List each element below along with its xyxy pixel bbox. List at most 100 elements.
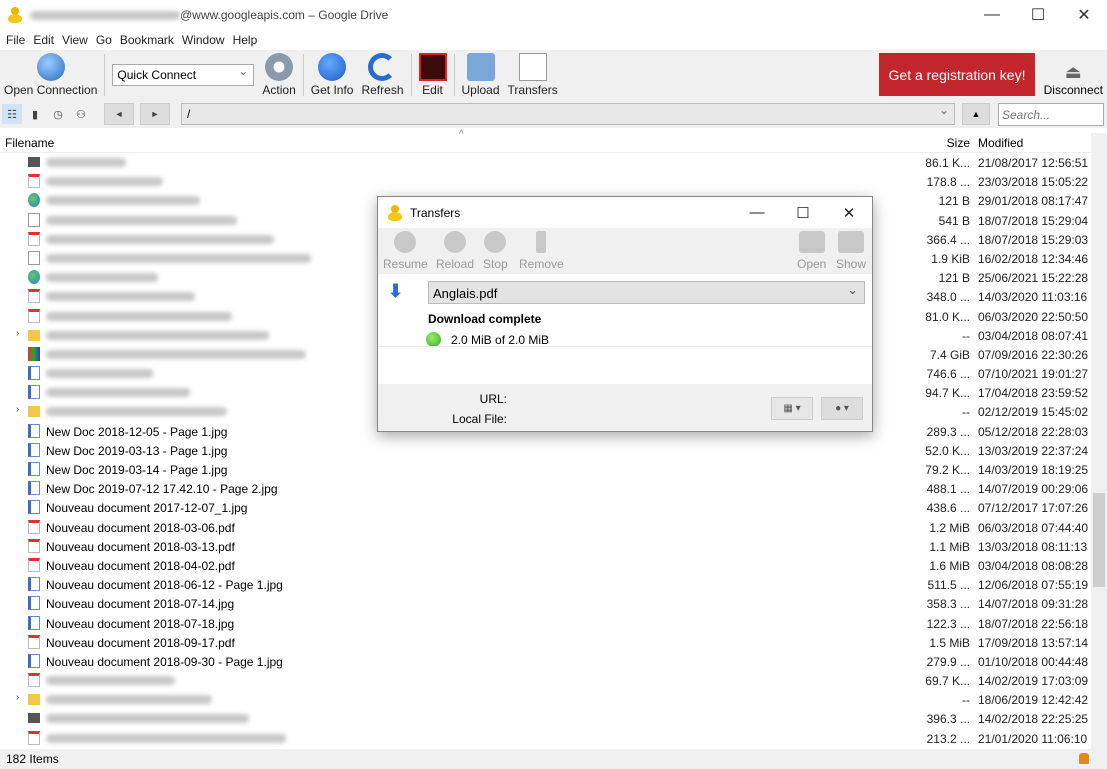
file-size: 86.1 K... [925,156,970,170]
file-size: 541 B [938,213,970,228]
file-row[interactable]: › -- 18/06/2019 12:42:42 [0,690,1091,709]
transfers-button[interactable]: Transfers [504,53,562,100]
open-button[interactable]: Open [797,231,826,271]
edit-button[interactable]: Edit [415,53,451,100]
menu-help[interactable]: Help [233,33,258,47]
maximize-button[interactable]: ☐ [780,197,826,228]
file-row[interactable]: Nouveau document 2017-12-07_1.jpg 438.6 .… [0,498,1091,517]
close-button[interactable]: ✕ [826,197,872,228]
menu-go[interactable]: Go [96,33,112,47]
browser-view-icon[interactable]: ☷ [2,104,22,124]
minimize-button[interactable]: — [734,197,780,228]
redacted-file-name [46,196,200,206]
parent-directory-button[interactable]: ▲ [962,103,990,125]
file-type-icon [28,673,40,688]
file-size: 488.1 ... [926,482,970,497]
menu-file[interactable]: File [6,33,25,47]
file-type-icon [28,406,40,418]
forward-button[interactable]: ► [140,103,170,125]
remove-button[interactable]: Remove [519,231,564,271]
file-modified: 06/03/2020 22:50:50 [978,309,1089,324]
file-row[interactable]: Nouveau document 2018-07-14.jpg 358.3 ...… [0,594,1091,613]
file-row[interactable]: Nouveau document 2018-03-13.pdf 1.1 MiB 13… [0,537,1091,556]
back-button[interactable]: ◄ [104,103,134,125]
resume-button[interactable]: Resume [383,231,428,271]
file-type-icon [28,289,40,304]
menu-view[interactable]: View [62,33,88,47]
navigation-bar: ☷ ▮ ◷ ⚇ ◄ ► / ▲ [0,100,1107,128]
scrollbar-thumb[interactable] [1093,493,1105,587]
bandwidth-dropdown[interactable]: ● ▾ [821,397,863,420]
filename-column[interactable]: Filename [5,136,54,150]
file-row[interactable]: 396.3 ... 14/02/2018 22:25:25 [0,709,1091,728]
maximize-button[interactable]: ☐ [1015,0,1061,30]
file-row[interactable]: 86.1 K... 21/08/2017 12:56:51 [0,153,1091,172]
menu-edit[interactable]: Edit [33,33,54,47]
item-count: 182 Items [6,752,59,766]
file-type-icon [28,423,40,438]
file-type-icon [28,193,40,208]
history-icon[interactable]: ◷ [48,104,68,124]
show-button[interactable]: Show [836,231,866,271]
file-row[interactable]: Nouveau document 2018-09-30 - Page 1.jpg… [0,652,1091,671]
menu-bookmark[interactable]: Bookmark [120,33,174,47]
bonjour-icon[interactable]: ⚇ [71,104,91,124]
path-select[interactable]: / [181,103,955,125]
file-row[interactable]: Nouveau document 2018-03-06.pdf 1.2 MiB 06… [0,518,1091,537]
action-button[interactable]: Action [258,53,299,100]
expand-chevron-icon[interactable]: › [16,692,19,703]
redacted-account [30,10,180,20]
app-duck-icon [388,204,402,221]
file-row[interactable]: 213.2 ... 21/01/2020 11:06:10 [0,729,1091,748]
file-row[interactable]: Nouveau document 2018-09-17.pdf 1.5 MiB 17… [0,633,1091,652]
upload-button[interactable]: Upload [458,53,504,100]
file-row[interactable]: Nouveau document 2018-07-18.jpg 122.3 ...… [0,614,1091,633]
file-type-icon [28,462,40,476]
file-modified: 14/07/2019 00:29:06 [978,482,1089,497]
file-row[interactable]: 178.8 ... 23/03/2018 15:05:22 [0,172,1091,191]
bookmarks-icon[interactable]: ▮ [25,104,45,124]
file-row[interactable]: New Doc 2019-07-12 17.42.10 - Page 2.jpg… [0,479,1091,498]
size-column[interactable]: Size [947,136,970,150]
file-size: 1.6 MiB [929,558,970,573]
upload-folder-icon [466,53,495,81]
connections-dropdown[interactable]: ▦ ▾ [771,397,813,420]
file-modified: 18/07/2018 22:56:18 [978,616,1089,631]
registration-key-button[interactable]: Get a registration key! [879,53,1035,96]
transfer-status: Download complete [428,312,542,326]
disconnect-button[interactable]: ⏏ Disconnect [1044,62,1103,97]
modified-column[interactable]: Modified [978,136,1023,150]
file-type-icon [28,385,40,400]
redacted-file-name [46,158,126,167]
menu-window[interactable]: Window [182,33,225,47]
resume-icon [394,231,417,253]
refresh-button[interactable]: Refresh [357,53,407,100]
minimize-button[interactable]: — [969,0,1015,30]
close-button[interactable]: ✕ [1061,0,1107,30]
quick-connect-select[interactable]: Quick Connect [112,64,255,86]
file-row[interactable]: Nouveau document 2018-04-02.pdf 1.6 MiB 03… [0,556,1091,575]
stop-button[interactable]: Stop [483,231,508,271]
search-input[interactable] [998,103,1104,126]
file-type-icon [28,329,40,341]
transfer-details: URL: Local File: ▦ ▾ ● ▾ [378,384,872,431]
open-connection-button[interactable]: Open Connection [0,53,101,100]
file-name: Nouveau document 2018-04-02.pdf [46,558,235,573]
get-info-button[interactable]: Get Info [307,53,358,100]
expand-chevron-icon[interactable]: › [16,328,19,339]
file-size: 289.3 ... [926,424,970,439]
file-type-icon [28,308,40,323]
file-modified: 17/04/2018 23:59:52 [978,386,1089,401]
reload-button[interactable]: Reload [436,231,474,271]
file-type-icon [28,596,40,611]
file-type-icon [28,730,40,745]
vertical-scrollbar[interactable] [1091,133,1107,749]
file-row[interactable]: New Doc 2019-03-13 - Page 1.jpg 52.0 K...… [0,441,1091,460]
expand-chevron-icon[interactable]: › [16,404,19,415]
file-row[interactable]: New Doc 2019-03-14 - Page 1.jpg 79.2 K...… [0,460,1091,479]
file-row[interactable]: Nouveau document 2018-06-12 - Page 1.jpg… [0,575,1091,594]
file-size: 511.5 ... [927,578,970,593]
file-modified: 21/01/2020 11:06:10 [978,731,1088,746]
transfer-file-select[interactable]: Anglais.pdf [428,281,865,304]
file-row[interactable]: 69.7 K... 14/02/2019 17:03:09 [0,671,1091,690]
